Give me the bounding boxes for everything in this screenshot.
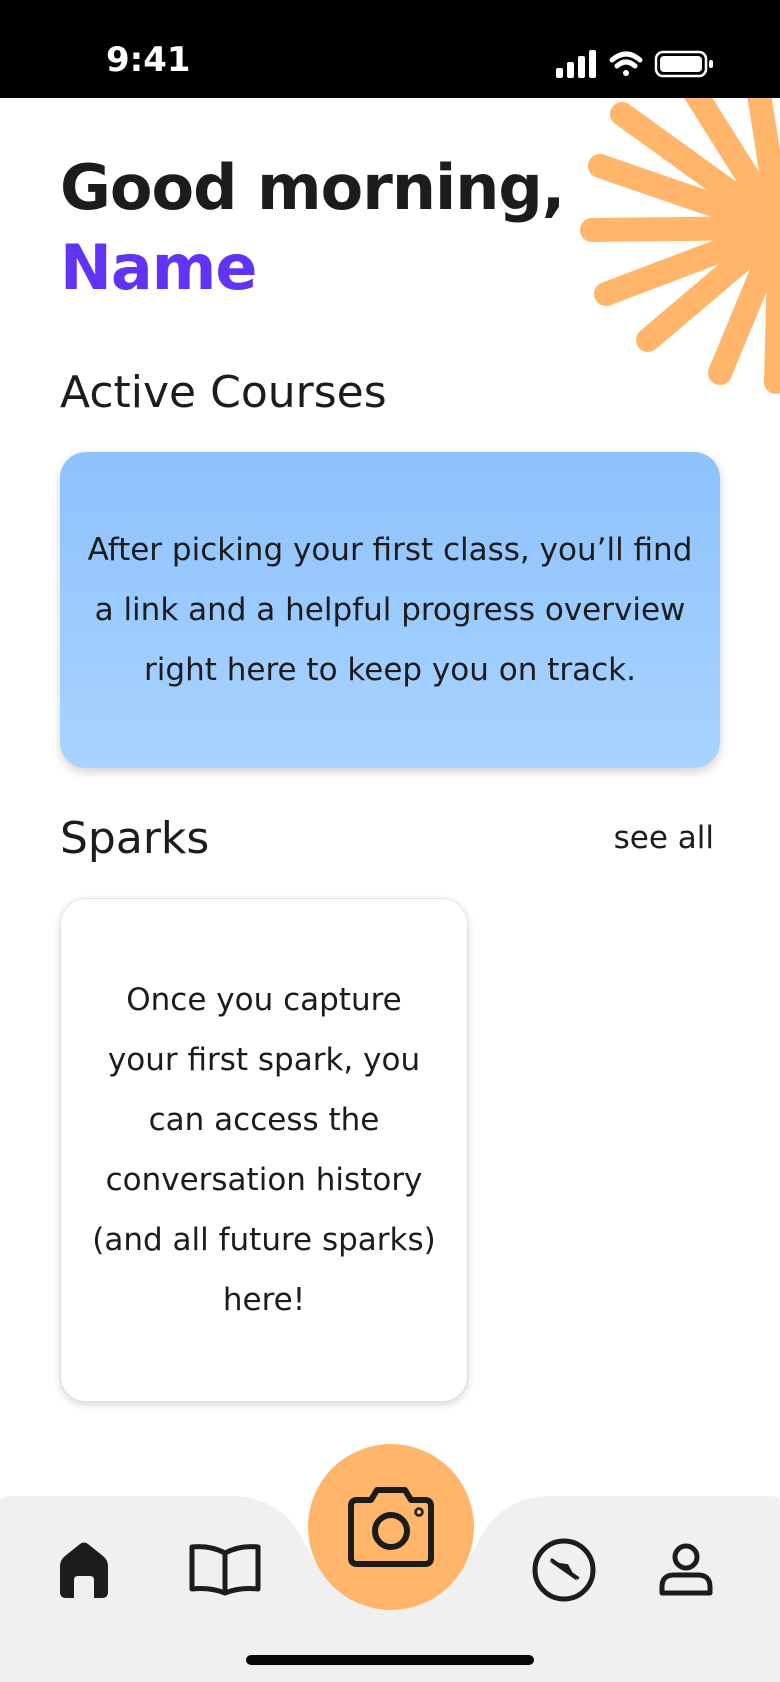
active-courses-title: Active Courses xyxy=(60,367,387,418)
nav-courses-button[interactable] xyxy=(186,1534,264,1606)
greeting-text: Good morning, xyxy=(60,151,565,224)
cellular-signal-icon xyxy=(556,50,596,78)
active-courses-empty-message: After picking your first class, you’ll f… xyxy=(87,532,693,688)
active-courses-empty-card[interactable]: After picking your first class, you’ll f… xyxy=(60,452,720,768)
see-all-sparks-link[interactable]: see all xyxy=(614,818,714,858)
home-icon xyxy=(60,1542,108,1598)
home-indicator xyxy=(246,1655,534,1665)
nav-explore-button[interactable] xyxy=(528,1530,600,1610)
wifi-icon xyxy=(609,51,643,76)
profile-icon xyxy=(659,1543,713,1596)
sunburst-decoration-icon xyxy=(580,98,780,394)
greeting-heading: Good morning, Name xyxy=(60,148,565,308)
status-icons xyxy=(556,50,713,78)
user-name: Name xyxy=(60,231,257,304)
nav-profile-button[interactable] xyxy=(654,1530,718,1610)
book-icon xyxy=(189,1544,261,1596)
compass-icon xyxy=(532,1538,596,1602)
sparks-empty-card[interactable]: Once you capture your first spark, you c… xyxy=(60,898,468,1402)
status-bar: 9:41 xyxy=(0,0,780,98)
sparks-title: Sparks xyxy=(60,813,210,864)
home-screen: 9:41 Good morning, Name Active Courses A… xyxy=(0,0,780,1682)
camera-icon xyxy=(348,1487,434,1567)
nav-home-button[interactable] xyxy=(50,1534,118,1606)
capture-spark-button[interactable] xyxy=(308,1444,474,1610)
status-time: 9:41 xyxy=(106,40,191,80)
battery-icon xyxy=(654,50,713,78)
sparks-empty-message: Once you capture your first spark, you c… xyxy=(92,982,436,1318)
